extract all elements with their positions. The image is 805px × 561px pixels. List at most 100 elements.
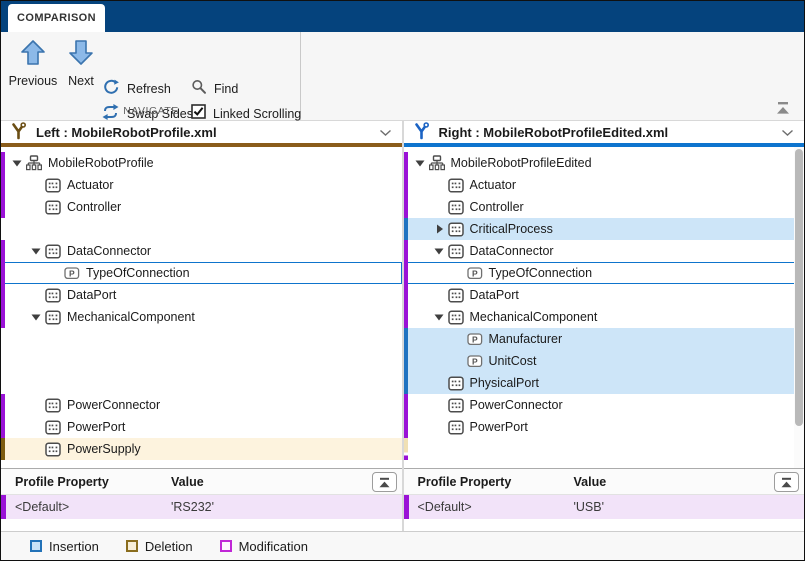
tree-node-label: DataConnector bbox=[470, 244, 554, 258]
tree-node-label: MobileRobotProfile bbox=[48, 156, 154, 170]
tree-node-powersupply[interactable]: PowerSupply bbox=[1, 438, 402, 460]
insertion-edge-marker bbox=[404, 218, 408, 240]
tree-node-controller[interactable]: Controller bbox=[1, 196, 402, 218]
property-table-header: Profile PropertyValue bbox=[1, 469, 402, 495]
modification-edge-marker bbox=[1, 306, 5, 328]
tree-node-powerconnector[interactable]: PowerConnector bbox=[404, 394, 805, 416]
tree-node-mobilerobotprofileedited[interactable]: MobileRobotProfileEdited bbox=[404, 152, 805, 174]
modification-edge-marker bbox=[404, 306, 408, 328]
modification-edge-marker bbox=[404, 495, 409, 519]
modification-edge-marker bbox=[1, 152, 5, 174]
search-icon bbox=[191, 79, 207, 100]
table-collapse-button[interactable] bbox=[372, 472, 397, 492]
tree-node-dataconnector[interactable]: DataConnector bbox=[1, 240, 402, 262]
scrollbar-thumb[interactable] bbox=[795, 149, 803, 426]
expander-open-icon[interactable] bbox=[28, 311, 44, 323]
expander-open-icon[interactable] bbox=[412, 157, 428, 169]
tree-node-mechanicalcomponent[interactable]: MechanicalComponent bbox=[404, 306, 805, 328]
tree-node-criticalprocess[interactable]: CriticalProcess bbox=[404, 218, 805, 240]
legend-label: Modification bbox=[239, 539, 308, 554]
property-table-row[interactable]: <Default>'RS232' bbox=[1, 495, 402, 519]
tree-node-powerport[interactable]: PowerPort bbox=[404, 416, 805, 438]
property-table-row[interactable]: <Default>'USB' bbox=[404, 495, 805, 519]
find-button[interactable]: Find bbox=[191, 78, 238, 100]
property-icon: P bbox=[63, 267, 81, 280]
previous-label: Previous bbox=[9, 74, 58, 88]
tree-node-label: Manufacturer bbox=[489, 332, 563, 346]
navigate-section-label: NAVIGATE bbox=[1, 105, 301, 117]
profile-icon bbox=[428, 155, 446, 171]
comparison-panels: Left : MobileRobotProfile.xml MobileRobo… bbox=[1, 121, 804, 531]
tree-node-label: MechanicalComponent bbox=[67, 310, 195, 324]
stereotype-icon bbox=[447, 244, 465, 259]
modification-edge-marker bbox=[1, 262, 5, 284]
ribbon-collapse-button[interactable] bbox=[775, 101, 791, 115]
legend-item-deletion: Deletion bbox=[126, 539, 193, 554]
column-header-profile-property: Profile Property bbox=[404, 475, 574, 489]
expander-open-icon[interactable] bbox=[28, 245, 44, 257]
property-value-cell: 'USB' bbox=[574, 500, 604, 514]
tree-node-label: PhysicalPort bbox=[470, 376, 539, 390]
modification-edge-marker bbox=[1, 240, 5, 262]
tree-node-label: PowerConnector bbox=[67, 398, 160, 412]
modification-edge-marker bbox=[404, 240, 408, 262]
tree-node-label: PowerPort bbox=[470, 420, 528, 434]
refresh-button[interactable]: Refresh bbox=[103, 78, 171, 100]
tree-node-controller[interactable]: Controller bbox=[404, 196, 805, 218]
expander-closed-icon[interactable] bbox=[431, 223, 447, 235]
tree-node-actuator[interactable]: Actuator bbox=[1, 174, 402, 196]
modification-edge-marker bbox=[404, 262, 408, 284]
stereotype-icon bbox=[44, 398, 62, 413]
svg-text:P: P bbox=[69, 268, 75, 278]
left-panel-title: Left : MobileRobotProfile.xml bbox=[36, 125, 217, 140]
expander-open-icon[interactable] bbox=[431, 245, 447, 257]
property-icon: P bbox=[466, 267, 484, 280]
tree-node-label: Controller bbox=[67, 200, 121, 214]
previous-button[interactable]: Previous bbox=[5, 39, 61, 88]
modification-edge-marker bbox=[404, 416, 408, 438]
tree-node-powerconnector[interactable]: PowerConnector bbox=[1, 394, 402, 416]
tree-node-typeofconnection[interactable]: PTypeOfConnection bbox=[404, 262, 805, 284]
right-panel: Right : MobileRobotProfileEdited.xml Mob… bbox=[404, 121, 805, 531]
tree-node-physicalport[interactable]: PhysicalPort bbox=[404, 372, 805, 394]
tree-node-empty bbox=[1, 218, 402, 240]
tree-node-label: Controller bbox=[470, 200, 524, 214]
toolbar: Previous Next Refresh Swap Sides bbox=[1, 32, 804, 121]
tree-node-unitcost[interactable]: PUnitCost bbox=[404, 350, 805, 372]
modification-swatch-icon bbox=[220, 540, 232, 552]
tree-node-dataport[interactable]: DataPort bbox=[1, 284, 402, 306]
chevron-down-icon[interactable] bbox=[781, 125, 794, 140]
comparison-window: COMPARISON Previous Next Refresh bbox=[0, 0, 805, 561]
expander-open-icon[interactable] bbox=[431, 311, 447, 323]
tree-node-empty bbox=[404, 438, 805, 460]
refresh-label: Refresh bbox=[127, 82, 171, 96]
tree-node-empty bbox=[1, 328, 402, 350]
stereotype-icon bbox=[447, 420, 465, 435]
tree-node-dataport[interactable]: DataPort bbox=[404, 284, 805, 306]
tree-node-dataconnector[interactable]: DataConnector bbox=[404, 240, 805, 262]
column-header-profile-property: Profile Property bbox=[1, 475, 171, 489]
stereotype-icon bbox=[447, 222, 465, 237]
tab-comparison[interactable]: COMPARISON bbox=[8, 4, 105, 32]
tree-node-typeofconnection[interactable]: PTypeOfConnection bbox=[1, 262, 402, 284]
vertical-scrollbar[interactable] bbox=[794, 147, 804, 468]
tree-node-label: PowerConnector bbox=[470, 398, 563, 412]
right-tree: MobileRobotProfileEditedActuator Controll… bbox=[404, 147, 805, 469]
table-collapse-button[interactable] bbox=[774, 472, 799, 492]
modification-edge-marker bbox=[404, 174, 408, 196]
tree-node-mobilerobotprofile[interactable]: MobileRobotProfile bbox=[1, 152, 402, 174]
property-value-cell: 'RS232' bbox=[171, 500, 214, 514]
tree-node-powerport[interactable]: PowerPort bbox=[1, 416, 402, 438]
expander-open-icon[interactable] bbox=[9, 157, 25, 169]
next-button[interactable]: Next bbox=[63, 39, 99, 88]
title-bar: COMPARISON bbox=[1, 1, 804, 32]
tree-node-label: PowerPort bbox=[67, 420, 125, 434]
chevron-down-icon[interactable] bbox=[379, 125, 392, 140]
right-panel-header[interactable]: Right : MobileRobotProfileEdited.xml bbox=[404, 121, 805, 147]
svg-text:P: P bbox=[472, 334, 478, 344]
tree-node-label: DataPort bbox=[67, 288, 116, 302]
property-table-header: Profile PropertyValue bbox=[404, 469, 805, 495]
tree-node-actuator[interactable]: Actuator bbox=[404, 174, 805, 196]
tree-node-manufacturer[interactable]: P Manufacturer bbox=[404, 328, 805, 350]
tree-node-mechanicalcomponent[interactable]: MechanicalComponent bbox=[1, 306, 402, 328]
